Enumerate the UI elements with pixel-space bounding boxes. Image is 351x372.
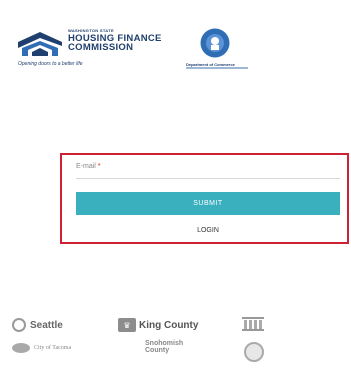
login-link[interactable]: LOGIN [76,227,340,234]
building-icon [242,317,264,331]
commerce-logo: Department of Commerce [186,28,266,72]
email-field-wrapper: E-mail * [76,161,340,179]
snohomish-logo: Snohomish County [145,340,195,354]
king-county-logo: ♛ King County [118,318,198,332]
seattle-seal-icon [12,318,26,332]
tacoma-icon [12,343,30,353]
email-input[interactable] [76,161,340,178]
snohomish-name-line2: County [145,347,170,354]
hfc-name-line2: COMMISSION [68,42,134,53]
hfc-tagline: Opening doors to a better life [18,61,83,67]
king-county-name: King County [139,319,199,331]
seattle-logo: Seattle [12,318,63,332]
snohomish-name-line1: Snohomish [145,340,184,347]
submit-button[interactable]: SUBMIT [76,192,340,215]
hfc-logo: WASHINGTON STATE HOUSING FINANCE COMMISS… [18,28,178,70]
hfc-name: HOUSING FINANCE COMMISSION [68,34,162,53]
commerce-underline [186,67,248,69]
tacoma-logo: City of Tacoma [12,343,71,353]
hfc-house-icon [18,32,62,56]
state-seal-icon [200,28,230,58]
king-county-icon: ♛ [118,318,136,332]
tacoma-name: City of Tacoma [34,345,72,351]
seattle-name: Seattle [30,319,63,331]
county-seal-icon [244,342,264,362]
login-form-highlight: E-mail * SUBMIT LOGIN [60,153,349,244]
